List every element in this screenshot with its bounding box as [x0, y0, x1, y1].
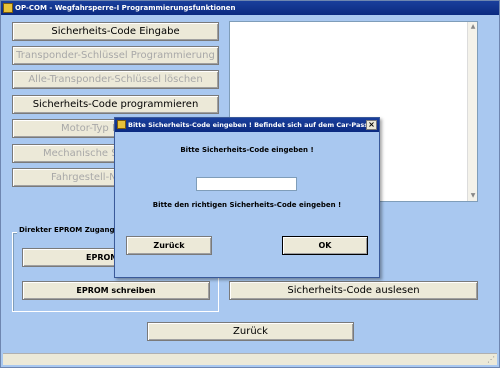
back-button[interactable]: Zurück: [147, 322, 354, 341]
security-code-entry-button[interactable]: Sicherheits-Code Eingabe: [12, 22, 219, 41]
security-code-dialog: Bitte Sicherheits-Code eingeben ! Befind…: [114, 117, 380, 278]
security-code-input[interactable]: [196, 177, 297, 191]
dialog-prompt: Bitte Sicherheits-Code eingeben !: [180, 146, 314, 154]
eprom-group-label: Direkter EPROM Zugang ! !: [17, 226, 128, 234]
vertical-scrollbar[interactable]: ▲ ▼: [467, 22, 477, 201]
title-bar[interactable]: OP-COM - Wegfahrsperre-I Programmierungs…: [1, 1, 499, 15]
eprom-write-button[interactable]: EPROM schreiben: [22, 281, 210, 300]
close-icon[interactable]: ×: [366, 120, 377, 130]
dialog-ok-button[interactable]: OK: [282, 236, 368, 255]
dialog-app-icon: [117, 120, 126, 129]
dialog-title-bar[interactable]: Bitte Sicherheits-Code eingeben ! Befind…: [115, 118, 379, 132]
resize-grip-icon[interactable]: ⋰: [487, 355, 495, 364]
program-security-code-button[interactable]: Sicherheits-Code programmieren: [12, 95, 219, 114]
status-bar: ⋰: [3, 353, 497, 365]
app-icon: [3, 3, 13, 13]
scroll-up-icon[interactable]: ▲: [469, 23, 477, 31]
delete-all-transponder-keys-button[interactable]: Alle-Transponder-Schlüssel löschen: [12, 70, 219, 89]
read-security-code-button[interactable]: Sicherheits-Code auslesen: [229, 281, 478, 300]
transponder-key-programming-button[interactable]: Transponder-Schlüssel Programmierung: [12, 46, 219, 65]
dialog-hint: Bitte den richtigen Sicherheits-Code ein…: [152, 201, 342, 209]
dialog-title: Bitte Sicherheits-Code eingeben ! Befind…: [128, 121, 369, 129]
window-title: OP-COM - Wegfahrsperre-I Programmierungs…: [15, 4, 236, 12]
dialog-back-button[interactable]: Zurück: [126, 236, 212, 255]
scroll-down-icon[interactable]: ▼: [469, 192, 477, 200]
